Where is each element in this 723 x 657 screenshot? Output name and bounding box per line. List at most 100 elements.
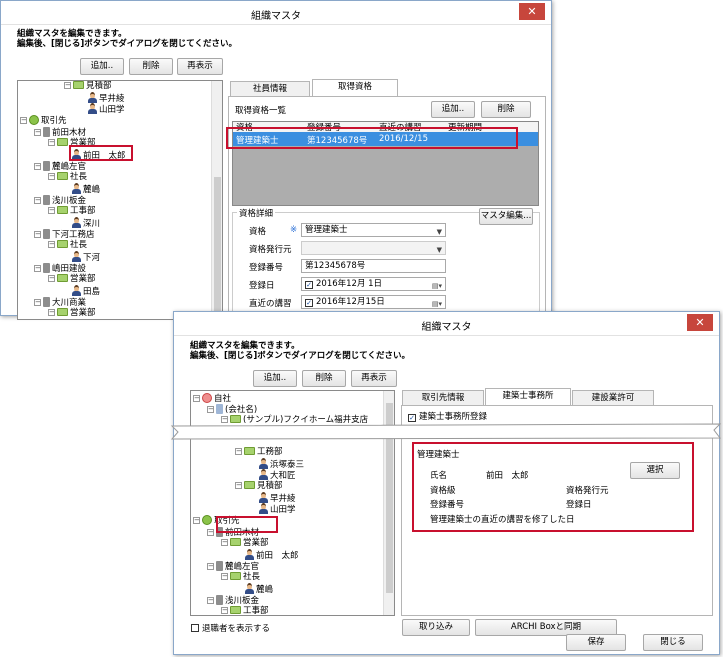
add-button[interactable]: 追加..	[80, 58, 124, 75]
calendar-icon[interactable]: ▤▾	[432, 298, 442, 308]
person-icon	[72, 217, 81, 228]
building-icon	[216, 404, 223, 414]
person-icon	[259, 492, 268, 503]
tree-node-person[interactable]: 山田学	[88, 103, 125, 115]
tab-qualifications[interactable]: 取得資格	[312, 79, 398, 97]
issuer-select[interactable]: ▼	[301, 241, 446, 255]
retired-checkbox[interactable]	[191, 624, 199, 632]
reg-date-picker[interactable]: ✓ 2016年12月 1日 ▤▾	[301, 277, 446, 291]
tree-node-dept[interactable]: − 社長	[221, 572, 260, 583]
building-icon	[43, 161, 50, 171]
reg-date-checkbox[interactable]: ✓	[305, 281, 313, 289]
scroll-thumb[interactable]	[214, 177, 221, 317]
tree-node-person[interactable]: 下河	[72, 251, 100, 263]
tree-node-dept[interactable]: − 見積部	[64, 81, 112, 92]
person-icon	[88, 92, 97, 103]
building-icon	[43, 297, 50, 307]
highlight-selected-row	[226, 127, 518, 149]
tree-node-group[interactable]: − 自社	[193, 393, 231, 404]
folder-icon	[57, 274, 68, 282]
person-icon	[259, 469, 268, 480]
tree-node-group[interactable]: − 取引先	[20, 115, 67, 126]
instruction-line-2: 編集後、[閉じる]ボタンでダイアログを閉じてください。	[190, 351, 411, 361]
tree-node-dept[interactable]: − 見積部	[235, 481, 283, 492]
tree-node-dept[interactable]: − 工事部	[221, 606, 269, 615]
tree-node-person[interactable]: 前田 太郎	[245, 549, 299, 561]
label-reg-date: 登録日	[566, 500, 592, 510]
folder-icon	[230, 538, 241, 546]
tree-node-dept[interactable]: − 工事部	[48, 206, 96, 217]
tree-node-company[interactable]: − 下河工務店	[34, 229, 95, 240]
import-button[interactable]: 取り込み	[402, 619, 470, 636]
tree-node-dept[interactable]: − 営業部	[221, 538, 269, 549]
tree-node-dept[interactable]: − 社長	[48, 172, 87, 183]
window-front: 組織マスタ ✕ 組織マスタを編集できます。 編集後、[閉じる]ボタンでダイアログ…	[173, 311, 720, 655]
tree-node-company[interactable]: − 麓嶋左官	[207, 561, 259, 572]
folder-icon	[57, 308, 68, 316]
refresh-button[interactable]: 再表示	[177, 58, 223, 75]
person-icon	[259, 458, 268, 469]
tree-node-person[interactable]: 浜塚泰三	[259, 458, 304, 470]
folder-icon	[230, 572, 241, 580]
refresh-button[interactable]: 再表示	[351, 370, 397, 387]
tree-node-person[interactable]: 大和匠	[259, 469, 296, 481]
tree-node-company[interactable]: − 大川商業	[34, 297, 86, 308]
instruction-line-2: 編集後、[閉じる]ボタンでダイアログを閉じてください。	[17, 39, 238, 49]
tree-node-person[interactable]: 深川	[72, 217, 100, 229]
close-icon[interactable]: ✕	[687, 314, 713, 331]
tree-node-company[interactable]: − 麓嶋左官	[34, 161, 86, 172]
tab-construction-permit[interactable]: 建設業許可	[572, 390, 654, 406]
tab-architect-office[interactable]: 建築士事務所	[485, 388, 571, 406]
lecture-date-picker[interactable]: ✓ 2016年12月15日 ▤▾	[301, 295, 446, 309]
tree-node-person[interactable]: 田島	[72, 285, 100, 297]
building-icon	[43, 229, 50, 239]
tree-node-company[interactable]: − 浅川板金	[207, 595, 259, 606]
tree-node-person[interactable]: 麓嶋	[245, 583, 273, 595]
close-button[interactable]: 閉じる	[643, 634, 703, 651]
building-icon	[216, 561, 223, 571]
delete-button[interactable]: 削除	[129, 58, 173, 75]
tree-node-person[interactable]: 麓嶋	[72, 183, 100, 195]
reg-number-input[interactable]: 第12345678号	[301, 259, 446, 273]
tree-node-company[interactable]: − 嶋田建設	[34, 263, 86, 274]
close-icon[interactable]: ✕	[519, 3, 545, 20]
highlight-maeda-mokuzai	[216, 516, 278, 533]
label-issuer: 資格発行元	[566, 486, 609, 496]
folder-icon	[73, 81, 84, 89]
list-add-button[interactable]: 追加..	[431, 101, 475, 118]
delete-button[interactable]: 削除	[302, 370, 346, 387]
tree-node-company[interactable]: − 前田木材	[34, 127, 86, 138]
tree-node-person[interactable]: 山田学	[259, 503, 296, 515]
tree-node-company[interactable]: − (会社名)	[207, 404, 257, 415]
qualifications-panel: 取得資格一覧 追加.. 削除 資格 登録番号 直近の講習 更新期間 管理建築士 …	[226, 96, 546, 321]
instruction-line-1: 組織マスタを編集できます。	[17, 29, 127, 39]
save-button[interactable]: 保存	[566, 634, 626, 651]
tree-node-person[interactable]: 早井綾	[259, 492, 296, 504]
tree-node-dept[interactable]: − 営業部	[48, 308, 96, 319]
select-button[interactable]: 選択	[630, 462, 680, 479]
list-delete-button[interactable]: 削除	[481, 101, 531, 118]
tree-scrollbar[interactable]	[211, 81, 222, 319]
tab-employee-info[interactable]: 社員情報	[230, 81, 310, 97]
show-retired-checkbox[interactable]: 退職者を表示する	[191, 622, 270, 634]
tree-node-person[interactable]: 早井綾	[88, 92, 125, 104]
tree-node-company[interactable]: − 浅川板金	[34, 195, 86, 206]
master-edit-button[interactable]: マスタ編集...	[479, 208, 533, 225]
org-tree[interactable]: − 見積部 早井綾 山田学 − 取引先 − 前田木材 − 営業部 前田 太郎 − 麓嶋左官…	[17, 80, 223, 320]
label-reg-number: 登録番号	[430, 500, 465, 510]
tab-partner-info[interactable]: 取引先情報	[402, 390, 484, 406]
qualification-select[interactable]: 管理建築士 ▼	[301, 223, 446, 237]
label-reg-date: 登録日	[249, 281, 275, 291]
label-issuer: 資格発行元	[249, 245, 292, 255]
tree-node-dept[interactable]: − 工務部	[235, 447, 283, 458]
chevron-down-icon: ▼	[436, 228, 442, 236]
person-icon	[259, 503, 268, 514]
group-icon	[29, 115, 39, 125]
lecture-date-checkbox[interactable]: ✓	[305, 299, 313, 307]
tree-node-dept[interactable]: − 社長	[48, 240, 87, 251]
building-icon	[43, 263, 50, 273]
add-button[interactable]: 追加..	[253, 370, 297, 387]
tree-node-dept[interactable]: − 営業部	[48, 274, 96, 285]
chevron-down-icon: ▼	[436, 246, 442, 254]
calendar-icon[interactable]: ▤▾	[432, 280, 442, 290]
